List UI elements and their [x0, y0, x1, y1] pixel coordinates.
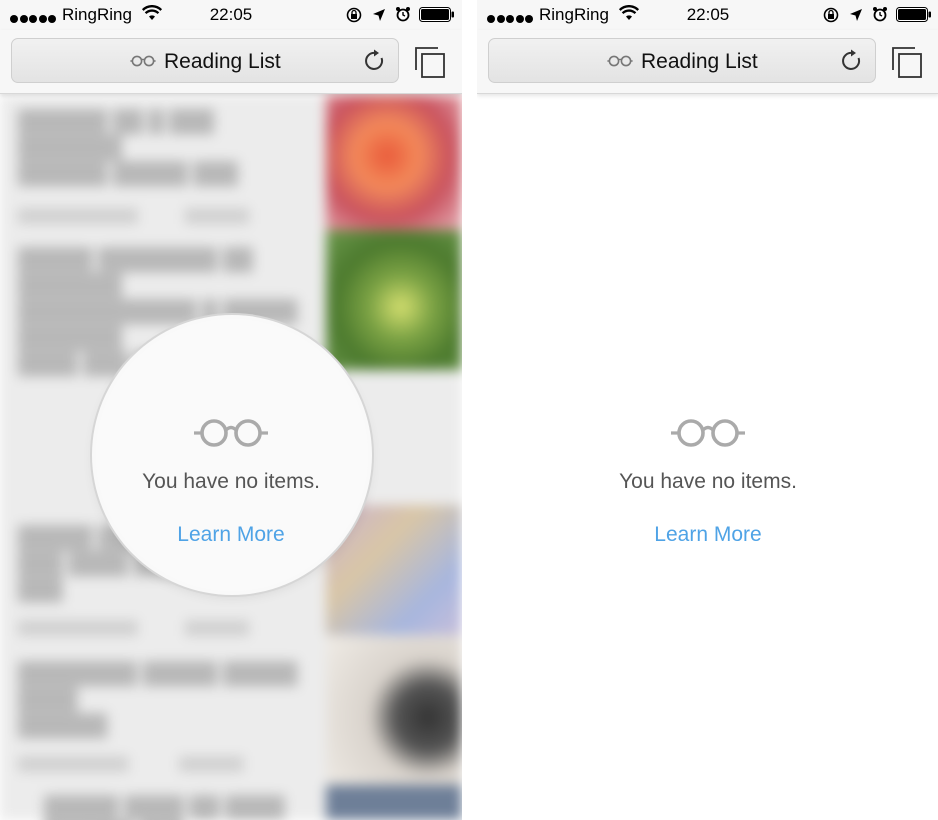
- status-bar: RingRing 22:05: [477, 0, 938, 30]
- address-title: Reading List: [164, 50, 281, 73]
- glasses-icon: [607, 55, 633, 67]
- tabs-icon[interactable]: [412, 44, 448, 80]
- battery-icon: [419, 7, 454, 22]
- reload-icon[interactable]: [364, 49, 386, 73]
- battery-icon: [896, 7, 931, 22]
- screen-right: RingRing 22:05 Reading List You have no …: [477, 0, 938, 820]
- address-bar[interactable]: Reading List: [11, 38, 399, 83]
- navigation-bar: Reading List: [0, 30, 462, 94]
- reload-icon[interactable]: [841, 49, 863, 73]
- alarm-icon: [873, 7, 887, 22]
- learn-more-link[interactable]: Learn More: [177, 523, 284, 547]
- glasses-icon: [671, 419, 745, 447]
- status-time: 22:05: [686, 5, 730, 24]
- empty-message: You have no items.: [142, 470, 320, 493]
- empty-state: You have no items. Learn More: [0, 417, 462, 547]
- location-arrow-icon: [373, 9, 385, 21]
- glasses-icon: [194, 419, 268, 447]
- orientation-lock-icon: [823, 7, 839, 23]
- address-title: Reading List: [641, 50, 758, 73]
- empty-message: You have no items.: [619, 470, 797, 493]
- status-time: 22:05: [209, 5, 253, 24]
- location-arrow-icon: [850, 9, 862, 21]
- address-bar[interactable]: Reading List: [488, 38, 876, 83]
- screen-left: ██████ ██ █ ███ ███████ ██████ █████ ███ …: [0, 0, 462, 820]
- orientation-lock-icon: [346, 7, 362, 23]
- glasses-icon: [130, 55, 156, 67]
- learn-more-link[interactable]: Learn More: [654, 523, 761, 547]
- empty-state: You have no items. Learn More: [477, 417, 938, 547]
- alarm-icon: [396, 7, 410, 22]
- navigation-bar: Reading List: [477, 30, 938, 94]
- status-bar: RingRing 22:05: [0, 0, 462, 30]
- tabs-icon[interactable]: [889, 44, 925, 80]
